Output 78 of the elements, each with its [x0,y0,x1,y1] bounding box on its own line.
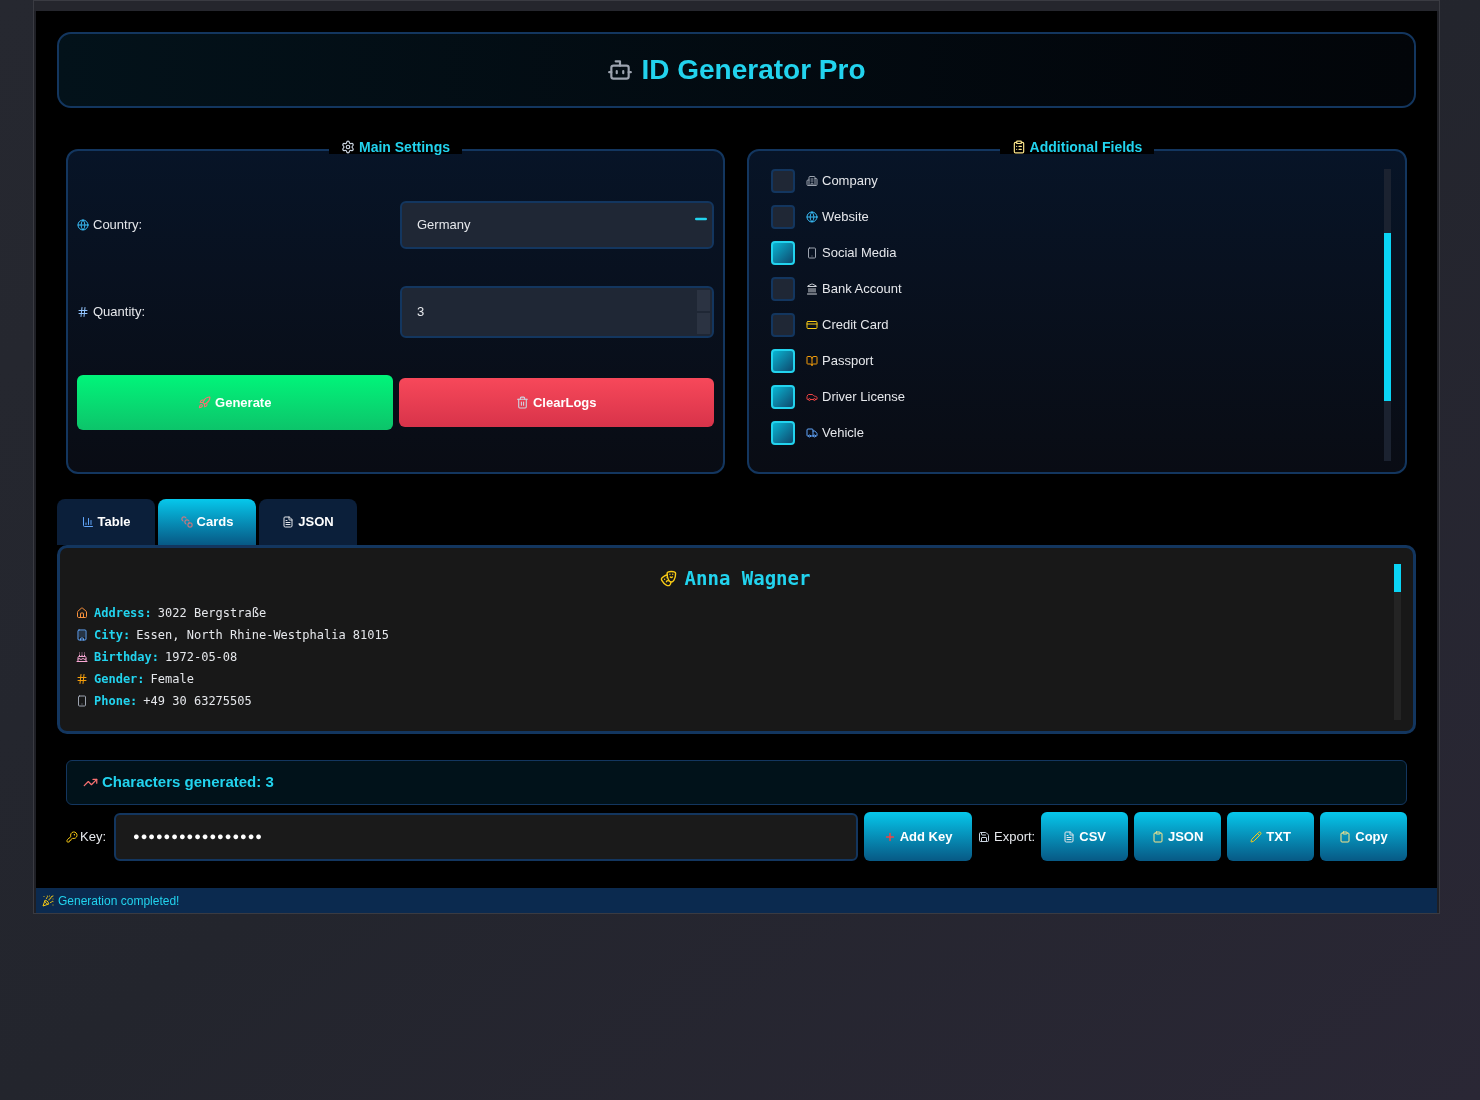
stats-text: Characters generated: 3 [102,772,274,793]
key-icon [66,830,78,843]
export-button[interactable]: CSV [1041,812,1129,861]
checkbox[interactable] [771,277,795,301]
card-field-label: Birthday: [94,649,160,666]
export-label: Export: [994,827,1036,846]
clipboard-icon [1339,830,1352,843]
checkbox-label: Social Media [822,244,897,263]
export-button[interactable]: TXT [1227,812,1315,861]
field-label: Quantity: [93,303,146,322]
theater-masks-icon [659,569,677,587]
document-icon [1063,830,1076,843]
credit-card-icon [806,319,818,331]
card-field-value: Female [150,671,194,688]
card-field-value: 1972-05-08 [165,649,238,666]
phone-icon [76,695,88,707]
globe-icon [806,211,818,223]
checkbox-label: Bank Account [822,280,902,299]
globe-icon [77,219,89,231]
clipboard-icon [1151,830,1164,843]
panel-title: Main Settings [359,140,450,154]
scrollbar[interactable] [1384,169,1391,461]
field-label: Country: [93,216,143,235]
card-field-value: 3022 Bergstraße [157,605,267,622]
robot-icon [607,57,634,83]
clear-logs-button[interactable]: ClearLogs [398,378,714,427]
checkbox[interactable] [771,313,795,337]
checkbox[interactable] [771,349,795,373]
add-key-button[interactable]: Add Key [864,812,972,861]
key-input[interactable]: ●●●●●●●●●●●●●●●●● [114,812,858,861]
city-icon [76,629,88,641]
app-title: ID Generator Pro [641,53,866,87]
checkbox[interactable] [771,241,795,265]
checkbox-label: Passport [822,352,874,371]
numbers-icon [77,306,89,318]
document-icon [282,516,295,528]
bar-chart-icon [81,516,94,528]
checkbox[interactable] [771,385,795,409]
card-field-label: Gender: [94,671,145,688]
building-icon [806,175,818,187]
plus-icon [883,830,896,843]
scrollbar[interactable] [1394,564,1401,720]
checkbox[interactable] [771,421,795,445]
panel-title: Additional Fields [1029,140,1143,154]
checkbox-label: Driver License [822,388,906,407]
rocket-icon [198,396,212,409]
card-field-value: +49 30 63275505 [143,693,252,710]
card-field-label: City: [94,627,131,644]
checkbox[interactable] [771,169,795,193]
pencil-icon [1250,830,1263,843]
checkbox-label: Vehicle [822,424,864,443]
checkbox-label: Website [822,208,869,227]
export-button[interactable]: Copy [1320,812,1407,861]
card-field-value: Essen, North Rhine-Westphalia 81015 [136,627,389,644]
card-field-label: Address: [94,605,152,622]
export-button[interactable]: JSON [1134,812,1222,861]
trash-icon [515,396,529,409]
checkbox-label: Credit Card [822,316,889,335]
book-icon [806,355,818,367]
view-tab[interactable]: Table [57,499,155,545]
person-name: Anna Wagner [684,566,811,591]
gear-icon [341,140,355,154]
bank-icon [806,283,818,295]
cake-icon [76,651,88,663]
house-icon [76,607,88,619]
clipboard-icon [1011,140,1026,154]
checkbox[interactable] [771,205,795,229]
view-tab[interactable]: Cards [158,499,256,545]
party-popper-icon [42,894,54,907]
card-field-label: Phone: [94,693,138,710]
car-icon [806,391,818,403]
view-tab[interactable]: JSON [259,499,357,545]
country-dropdown[interactable]: Germany [400,201,714,249]
van-icon [806,427,818,439]
status-text: Generation completed! [58,892,180,910]
key-label: Key: [80,827,106,846]
checkbox-label: Company [822,172,878,191]
phone-icon [806,247,818,259]
